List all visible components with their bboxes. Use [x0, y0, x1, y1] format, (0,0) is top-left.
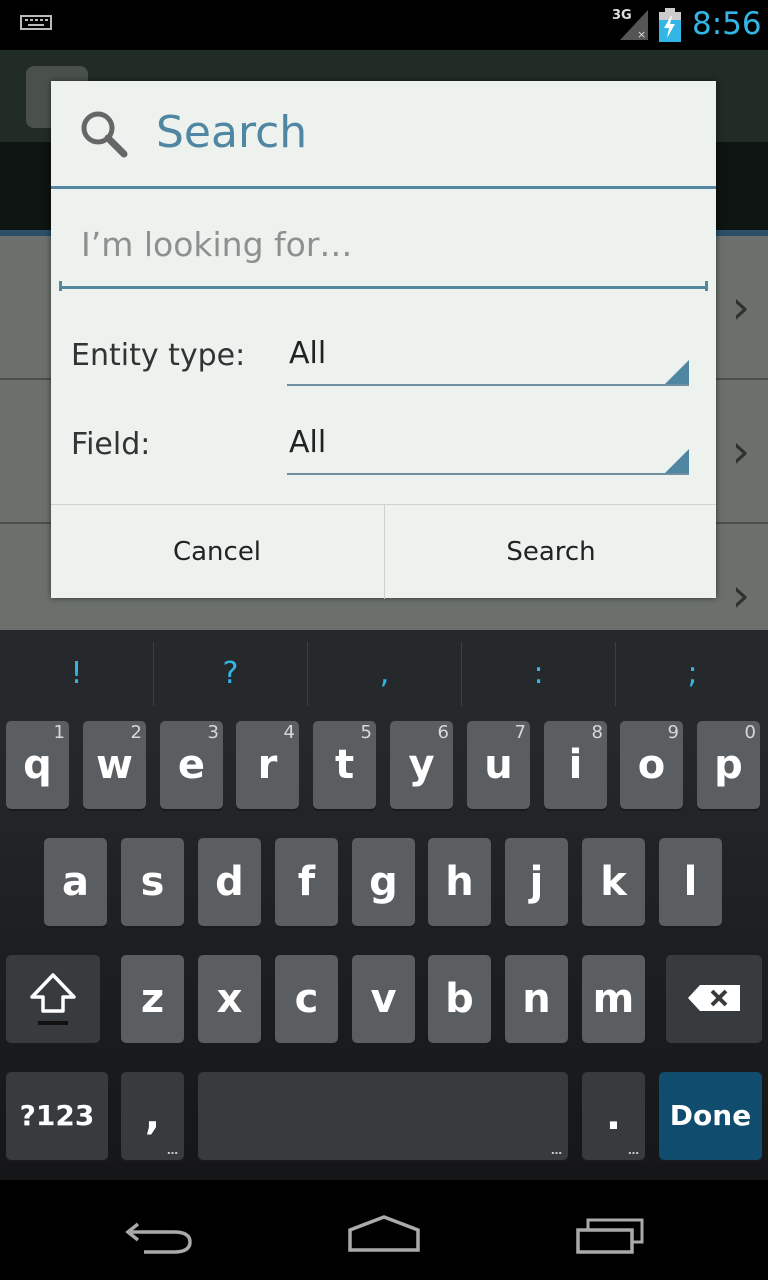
input-underline-left	[59, 281, 62, 291]
key-d[interactable]: d	[198, 838, 261, 926]
key-label: q	[23, 742, 52, 788]
key-label: i	[568, 742, 583, 788]
key-q[interactable]: q1	[6, 721, 69, 809]
search-icon	[81, 111, 128, 158]
chevron-right-icon: ›	[731, 424, 750, 478]
key-l[interactable]: l	[659, 838, 722, 926]
backspace-key[interactable]	[666, 955, 762, 1043]
field-value: All	[289, 425, 327, 460]
key-x[interactable]: x	[198, 955, 261, 1043]
key-w[interactable]: w2	[83, 721, 146, 809]
navigation-bar	[0, 1180, 768, 1280]
shift-key[interactable]	[6, 955, 100, 1043]
comma-label: ,	[144, 1093, 161, 1139]
status-time: 8:56	[692, 6, 762, 42]
key-label: e	[177, 742, 206, 788]
recents-icon[interactable]	[574, 1216, 646, 1256]
key-h[interactable]: h	[428, 838, 491, 926]
dialog-header: Search	[51, 81, 716, 189]
key-a[interactable]: a	[44, 838, 107, 926]
key-k[interactable]: k	[582, 838, 645, 926]
svg-text:×: ×	[637, 28, 646, 40]
more-keys-indicator: …	[551, 1144, 562, 1157]
dialog-button-bar: Cancel Search	[51, 504, 716, 599]
status-bar: 3G × 8:56	[0, 0, 768, 50]
key-e[interactable]: e3	[160, 721, 223, 809]
chevron-right-icon: ›	[731, 568, 750, 622]
back-icon[interactable]	[124, 1216, 196, 1256]
suggestion-item[interactable]: ,	[308, 630, 461, 718]
period-key[interactable]: .…	[582, 1072, 645, 1160]
cancel-button[interactable]: Cancel	[51, 505, 383, 599]
key-label: r	[257, 742, 278, 788]
space-key[interactable]: …	[198, 1072, 568, 1160]
key-label: p	[714, 742, 743, 788]
key-hint: 9	[667, 722, 679, 743]
entity-type-label: Entity type:	[71, 338, 246, 373]
key-y[interactable]: y6	[390, 721, 453, 809]
key-b[interactable]: b	[428, 955, 491, 1043]
key-hint: 7	[514, 722, 526, 743]
key-n[interactable]: n	[505, 955, 568, 1043]
keyboard-icon	[20, 15, 52, 30]
key-label: u	[484, 742, 513, 788]
key-label: o	[637, 742, 666, 788]
key-label: y	[408, 742, 435, 788]
key-v[interactable]: v	[352, 955, 415, 1043]
key-t[interactable]: t5	[313, 721, 376, 809]
key-c[interactable]: c	[275, 955, 338, 1043]
key-i[interactable]: i8	[544, 721, 607, 809]
key-p[interactable]: p0	[697, 721, 760, 809]
key-hint: 8	[591, 722, 603, 743]
entity-type-value: All	[289, 336, 327, 371]
signal-icon: ×	[620, 10, 648, 40]
field-spinner[interactable]: All	[287, 417, 689, 475]
key-label: t	[334, 742, 355, 788]
search-button[interactable]: Search	[385, 505, 717, 599]
soft-keyboard: ! ? , : ; q1 w2 e3 r4 t5 y6 u7 i8 o9 p0 …	[0, 630, 768, 1180]
key-o[interactable]: o9	[620, 721, 683, 809]
key-j[interactable]: j	[505, 838, 568, 926]
key-m[interactable]: m	[582, 955, 645, 1043]
period-label: .	[605, 1093, 622, 1139]
dialog-title: Search	[156, 107, 308, 158]
key-hint: 3	[207, 722, 219, 743]
suggestion-item[interactable]: :	[462, 630, 615, 718]
key-hint: 1	[53, 722, 65, 743]
key-hint: 5	[360, 722, 372, 743]
key-r[interactable]: r4	[236, 721, 299, 809]
more-keys-indicator: …	[167, 1144, 178, 1157]
input-underline-right	[705, 281, 708, 291]
battery-charging-icon	[659, 8, 681, 42]
comma-key[interactable]: ,…	[121, 1072, 184, 1160]
key-g[interactable]: g	[352, 838, 415, 926]
suggestion-item[interactable]: !	[0, 630, 153, 718]
key-hint: 4	[283, 722, 295, 743]
entity-type-spinner[interactable]: All	[287, 328, 689, 386]
key-f[interactable]: f	[275, 838, 338, 926]
suggestion-item[interactable]: ?	[154, 630, 307, 718]
field-label: Field:	[71, 427, 151, 462]
more-keys-indicator: …	[628, 1144, 639, 1157]
key-u[interactable]: u7	[467, 721, 530, 809]
key-hint: 0	[744, 722, 756, 743]
done-key[interactable]: Done	[659, 1072, 762, 1160]
symbols-key[interactable]: ?123	[6, 1072, 108, 1160]
key-hint: 2	[130, 722, 142, 743]
backspace-icon	[688, 985, 740, 1011]
suggestion-strip: ! ? , : ;	[0, 630, 768, 718]
suggestion-item[interactable]: ;	[616, 630, 768, 718]
home-icon[interactable]	[346, 1214, 422, 1254]
key-hint: 6	[437, 722, 449, 743]
dropdown-arrow-icon	[665, 360, 689, 384]
shift-icon	[30, 973, 76, 1025]
key-label: w	[96, 742, 133, 788]
search-dialog: Search Entity type: All Field: All Cance…	[51, 81, 716, 599]
key-s[interactable]: s	[121, 838, 184, 926]
key-z[interactable]: z	[121, 955, 184, 1043]
search-query-input[interactable]	[59, 203, 708, 289]
chevron-right-icon: ›	[731, 280, 750, 334]
dropdown-arrow-icon	[665, 449, 689, 473]
